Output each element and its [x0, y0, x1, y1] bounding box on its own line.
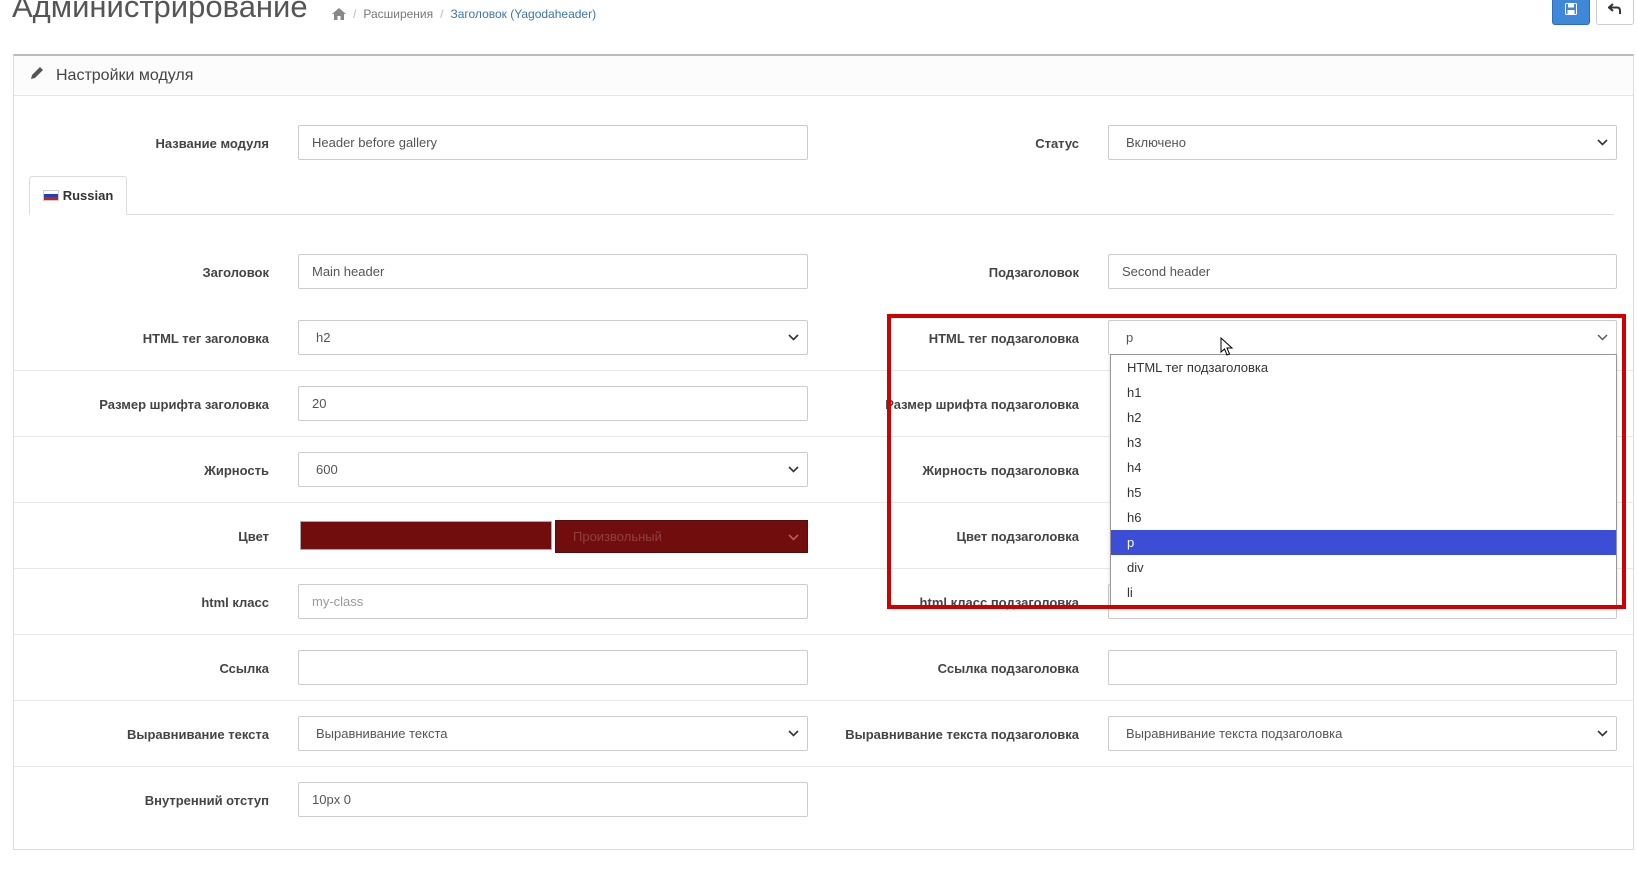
row-divider — [14, 634, 1633, 635]
color-mode-value: Произвольный — [573, 529, 662, 544]
weight-value: 600 — [316, 462, 338, 477]
subheading-link-input[interactable] — [1108, 650, 1617, 685]
heading-tag-value: h2 — [316, 330, 331, 345]
link-input[interactable] — [298, 650, 808, 685]
undo-icon — [1608, 2, 1621, 14]
status-value: Включено — [1126, 135, 1186, 150]
pencil-icon — [30, 66, 44, 85]
page-title: Администрирование — [12, 0, 308, 24]
subheading-align-label: Выравнивание текста подзаголовка — [845, 727, 1079, 742]
chevron-down-icon — [788, 534, 799, 541]
panel-title: Настройки модуля — [56, 66, 194, 84]
tab-language-russian[interactable]: Russian — [29, 176, 127, 215]
tab-baseline — [29, 214, 1614, 215]
padding-label: Внутренний отступ — [144, 793, 269, 808]
subheading-label: Подзаголовок — [988, 265, 1079, 280]
html-class-input[interactable]: my-class — [298, 584, 808, 619]
chevron-down-icon — [788, 730, 799, 737]
save-button[interactable] — [1552, 0, 1590, 25]
chevron-down-icon — [788, 334, 799, 341]
align-label: Выравнивание текста — [127, 727, 269, 742]
chevron-down-icon — [1597, 139, 1608, 146]
subheading-align-select[interactable]: Выравнивание текста подзаголовка — [1108, 716, 1617, 751]
heading-label: Заголовок — [202, 265, 269, 280]
highlight-annotation-box — [887, 314, 1626, 609]
row-divider — [14, 766, 1633, 767]
save-icon — [1565, 2, 1577, 15]
breadcrumb-extensions[interactable]: Расширения — [363, 7, 433, 21]
color-label: Цвет — [238, 529, 269, 544]
breadcrumb: / Расширения / Заголовок (Yagodaheader) — [332, 7, 596, 21]
heading-font-size-label: Размер шрифта заголовка — [99, 397, 269, 412]
color-swatch[interactable] — [300, 521, 552, 550]
back-button[interactable] — [1596, 0, 1634, 25]
module-name-label: Название модуля — [155, 136, 269, 151]
weight-select[interactable]: 600 — [298, 452, 808, 487]
padding-input[interactable]: 10px 0 — [298, 782, 808, 817]
status-select[interactable]: Включено — [1108, 125, 1617, 160]
subheading-input[interactable]: Second header — [1108, 254, 1617, 289]
link-label: Ссылка — [219, 661, 269, 676]
home-icon[interactable] — [332, 8, 346, 20]
module-name-input[interactable]: Header before gallery — [298, 125, 808, 160]
status-label: Статус — [1035, 136, 1079, 151]
align-select[interactable]: Выравнивание текста — [298, 716, 808, 751]
html-class-label: html класс — [201, 595, 269, 610]
heading-tag-label: HTML тег заголовка — [142, 331, 269, 346]
weight-label: Жирность — [204, 463, 269, 478]
chevron-down-icon — [788, 466, 799, 473]
subheading-align-value: Выравнивание текста подзаголовка — [1126, 726, 1343, 741]
heading-font-size-input[interactable]: 20 — [298, 386, 808, 421]
chevron-down-icon — [1597, 730, 1608, 737]
align-value: Выравнивание текста — [316, 726, 448, 741]
russian-flag-icon — [42, 190, 59, 201]
mouse-cursor-icon — [1220, 336, 1234, 362]
heading-tag-select[interactable]: h2 — [298, 320, 808, 355]
panel-heading: Настройки модуля — [14, 56, 1633, 96]
color-mode-select[interactable]: Произвольный — [555, 520, 808, 553]
row-divider — [14, 700, 1633, 701]
subheading-link-label: Ссылка подзаголовка — [937, 661, 1079, 676]
heading-input[interactable]: Main header — [298, 254, 808, 289]
tab-label: Russian — [62, 188, 114, 203]
breadcrumb-current[interactable]: Заголовок (Yagodaheader) — [450, 7, 596, 21]
